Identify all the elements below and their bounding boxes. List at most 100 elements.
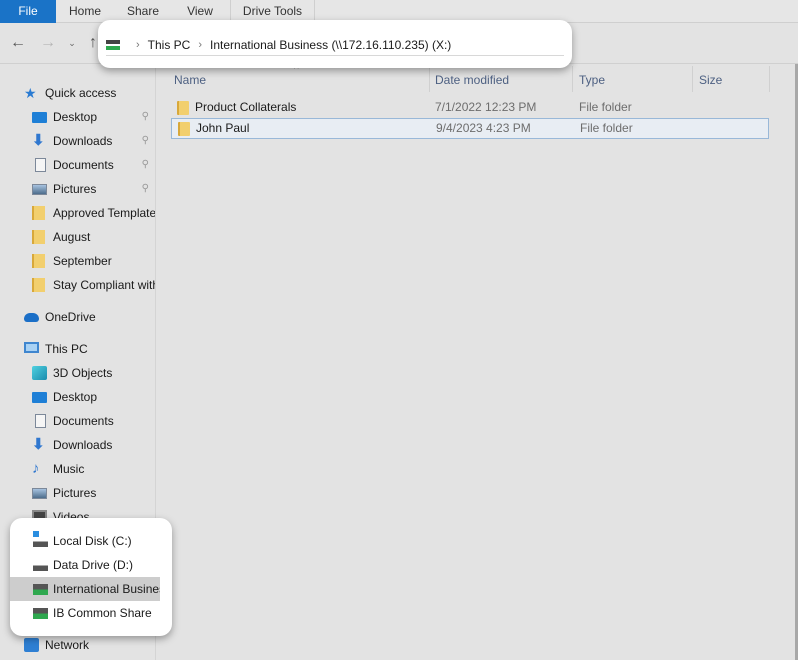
file-row-selected[interactable]: John Paul 9/4/2023 4:23 PM File folder xyxy=(171,118,769,139)
file-type: File folder xyxy=(580,121,633,135)
sidebar-item-3d-objects[interactable]: 3D Objects xyxy=(0,361,155,385)
sidebar-item-downloads[interactable]: ⬇ Downloads ⚲ xyxy=(0,129,155,153)
sidebar-item-label: Music xyxy=(53,462,85,476)
network-drive-icon xyxy=(33,584,48,595)
file-list-pane: ^ Name Date modified Type Size Product C… xyxy=(157,64,798,660)
sidebar-item-label: Data Drive (D:) xyxy=(53,558,134,572)
sidebar-item-label: Pictures xyxy=(53,486,97,500)
pin-icon[interactable]: ⚲ xyxy=(142,129,149,153)
column-header-size[interactable]: Size xyxy=(699,69,722,91)
file-name: Product Collaterals xyxy=(195,100,297,114)
column-divider[interactable] xyxy=(572,66,573,92)
sidebar-item-label: Desktop xyxy=(53,390,98,404)
drives-highlight-callout: Local Disk (C:) Data Drive (D:) Internat… xyxy=(10,518,172,636)
sidebar-item-label: Desktop xyxy=(53,110,98,124)
desktop-icon xyxy=(32,112,47,123)
tab-file[interactable]: File xyxy=(0,0,56,23)
sidebar-item-music[interactable]: ♪ Music xyxy=(0,457,155,481)
folder-icon xyxy=(177,101,189,115)
documents-icon xyxy=(35,158,46,172)
sidebar-item-ib-common-share[interactable]: IB Common Share xyxy=(16,601,160,625)
network-drive-icon xyxy=(106,39,120,51)
network-icon xyxy=(24,638,39,652)
sidebar-item-label: 3D Objects xyxy=(53,366,113,380)
folder-icon xyxy=(178,122,190,136)
disk-drive-icon xyxy=(33,561,48,571)
pin-icon[interactable]: ⚲ xyxy=(142,153,149,177)
sidebar-item-stay-compliant[interactable]: Stay Compliant with xyxy=(0,273,155,297)
sidebar-item-pc-desktop[interactable]: Desktop xyxy=(0,385,155,409)
file-name: John Paul xyxy=(196,121,250,135)
breadcrumb-this-pc[interactable]: This PC xyxy=(148,38,191,52)
sidebar-item-documents[interactable]: Documents ⚲ xyxy=(0,153,155,177)
music-note-icon: ♪ xyxy=(32,460,40,477)
sidebar-item-approved-templates[interactable]: Approved Templates xyxy=(0,201,155,225)
column-divider[interactable] xyxy=(429,66,430,92)
column-divider[interactable] xyxy=(769,66,770,92)
sidebar-item-september[interactable]: September xyxy=(0,249,155,273)
sidebar-item-data-drive-d[interactable]: Data Drive (D:) xyxy=(16,553,160,577)
sidebar-item-label: Approved Templates xyxy=(53,206,155,220)
file-date-modified: 7/1/2022 12:23 PM xyxy=(435,100,537,114)
sidebar-item-label: Quick access xyxy=(45,86,117,100)
sidebar-item-label: This PC xyxy=(45,342,88,356)
sidebar-item-onedrive[interactable]: OneDrive xyxy=(0,305,155,329)
recent-locations-button[interactable]: ⌄ xyxy=(64,34,80,52)
sidebar-item-label: Pictures xyxy=(53,182,97,196)
sidebar-item-pictures[interactable]: Pictures ⚲ xyxy=(0,177,155,201)
breadcrumb-current-drive[interactable]: International Business (\\172.16.110.235… xyxy=(210,38,451,52)
sidebar-item-label: Local Disk (C:) xyxy=(53,534,132,548)
file-type: File folder xyxy=(579,100,632,114)
pin-icon[interactable]: ⚲ xyxy=(142,105,149,129)
sidebar-item-pc-documents[interactable]: Documents xyxy=(0,409,155,433)
folder-icon xyxy=(32,254,45,268)
star-icon: ★ xyxy=(24,85,37,101)
sidebar-item-desktop[interactable]: Desktop ⚲ xyxy=(0,105,155,129)
sidebar-item-international-business-x[interactable]: International Business (\\172.16.110.235… xyxy=(10,577,160,601)
address-bar[interactable]: › This PC › International Business (\\17… xyxy=(98,20,572,68)
tab-home[interactable]: Home xyxy=(56,0,114,23)
pin-icon[interactable]: ⚲ xyxy=(142,177,149,201)
local-disk-icon xyxy=(33,531,48,547)
downloads-icon: ⬇ xyxy=(32,436,45,453)
desktop-icon xyxy=(32,392,47,403)
sidebar-item-label: OneDrive xyxy=(45,310,96,324)
downloads-icon: ⬇ xyxy=(32,132,45,149)
column-header-name[interactable]: Name xyxy=(174,69,206,91)
network-drive-icon xyxy=(33,608,48,619)
folder-icon xyxy=(32,278,45,292)
sidebar-item-label: August xyxy=(53,230,91,244)
arrow-up-icon: ↑ xyxy=(89,34,97,51)
arrow-right-icon: → xyxy=(40,34,56,51)
sidebar-item-pc-pictures[interactable]: Pictures xyxy=(0,481,155,505)
back-button[interactable]: ← xyxy=(10,34,26,52)
forward-button[interactable]: → xyxy=(40,34,56,52)
sidebar-item-quick-access[interactable]: ★ Quick access xyxy=(0,81,155,105)
sidebar-item-label: Stay Compliant with xyxy=(53,278,155,292)
sidebar-item-label: Downloads xyxy=(53,438,113,452)
breadcrumb-separator-icon: › xyxy=(198,38,203,51)
pictures-icon xyxy=(32,488,47,499)
sidebar-item-this-pc[interactable]: This PC xyxy=(0,337,155,361)
file-row[interactable]: Product Collaterals 7/1/2022 12:23 PM Fi… xyxy=(171,97,769,118)
documents-icon xyxy=(35,414,46,428)
sidebar-item-pc-downloads[interactable]: ⬇ Downloads xyxy=(0,433,155,457)
column-header-date-modified[interactable]: Date modified xyxy=(435,69,509,91)
column-divider[interactable] xyxy=(692,66,693,92)
sidebar-item-august[interactable]: August xyxy=(0,225,155,249)
onedrive-cloud-icon xyxy=(24,313,39,322)
arrow-left-icon: ← xyxy=(10,34,26,51)
column-header-type[interactable]: Type xyxy=(579,69,605,91)
computer-icon xyxy=(24,342,39,353)
3d-objects-icon xyxy=(32,366,47,380)
sidebar-item-local-disk-c[interactable]: Local Disk (C:) xyxy=(16,529,160,553)
pictures-icon xyxy=(32,184,47,195)
sidebar-item-label: September xyxy=(53,254,112,268)
sidebar-item-label: IB Common Share xyxy=(53,606,152,620)
breadcrumb-separator-icon: › xyxy=(136,38,140,51)
folder-icon xyxy=(32,230,45,244)
sidebar-item-label: Documents xyxy=(53,414,114,428)
sidebar-item-label: Downloads xyxy=(53,134,113,148)
folder-icon xyxy=(32,206,45,220)
sidebar-item-network[interactable]: Network xyxy=(0,633,155,657)
